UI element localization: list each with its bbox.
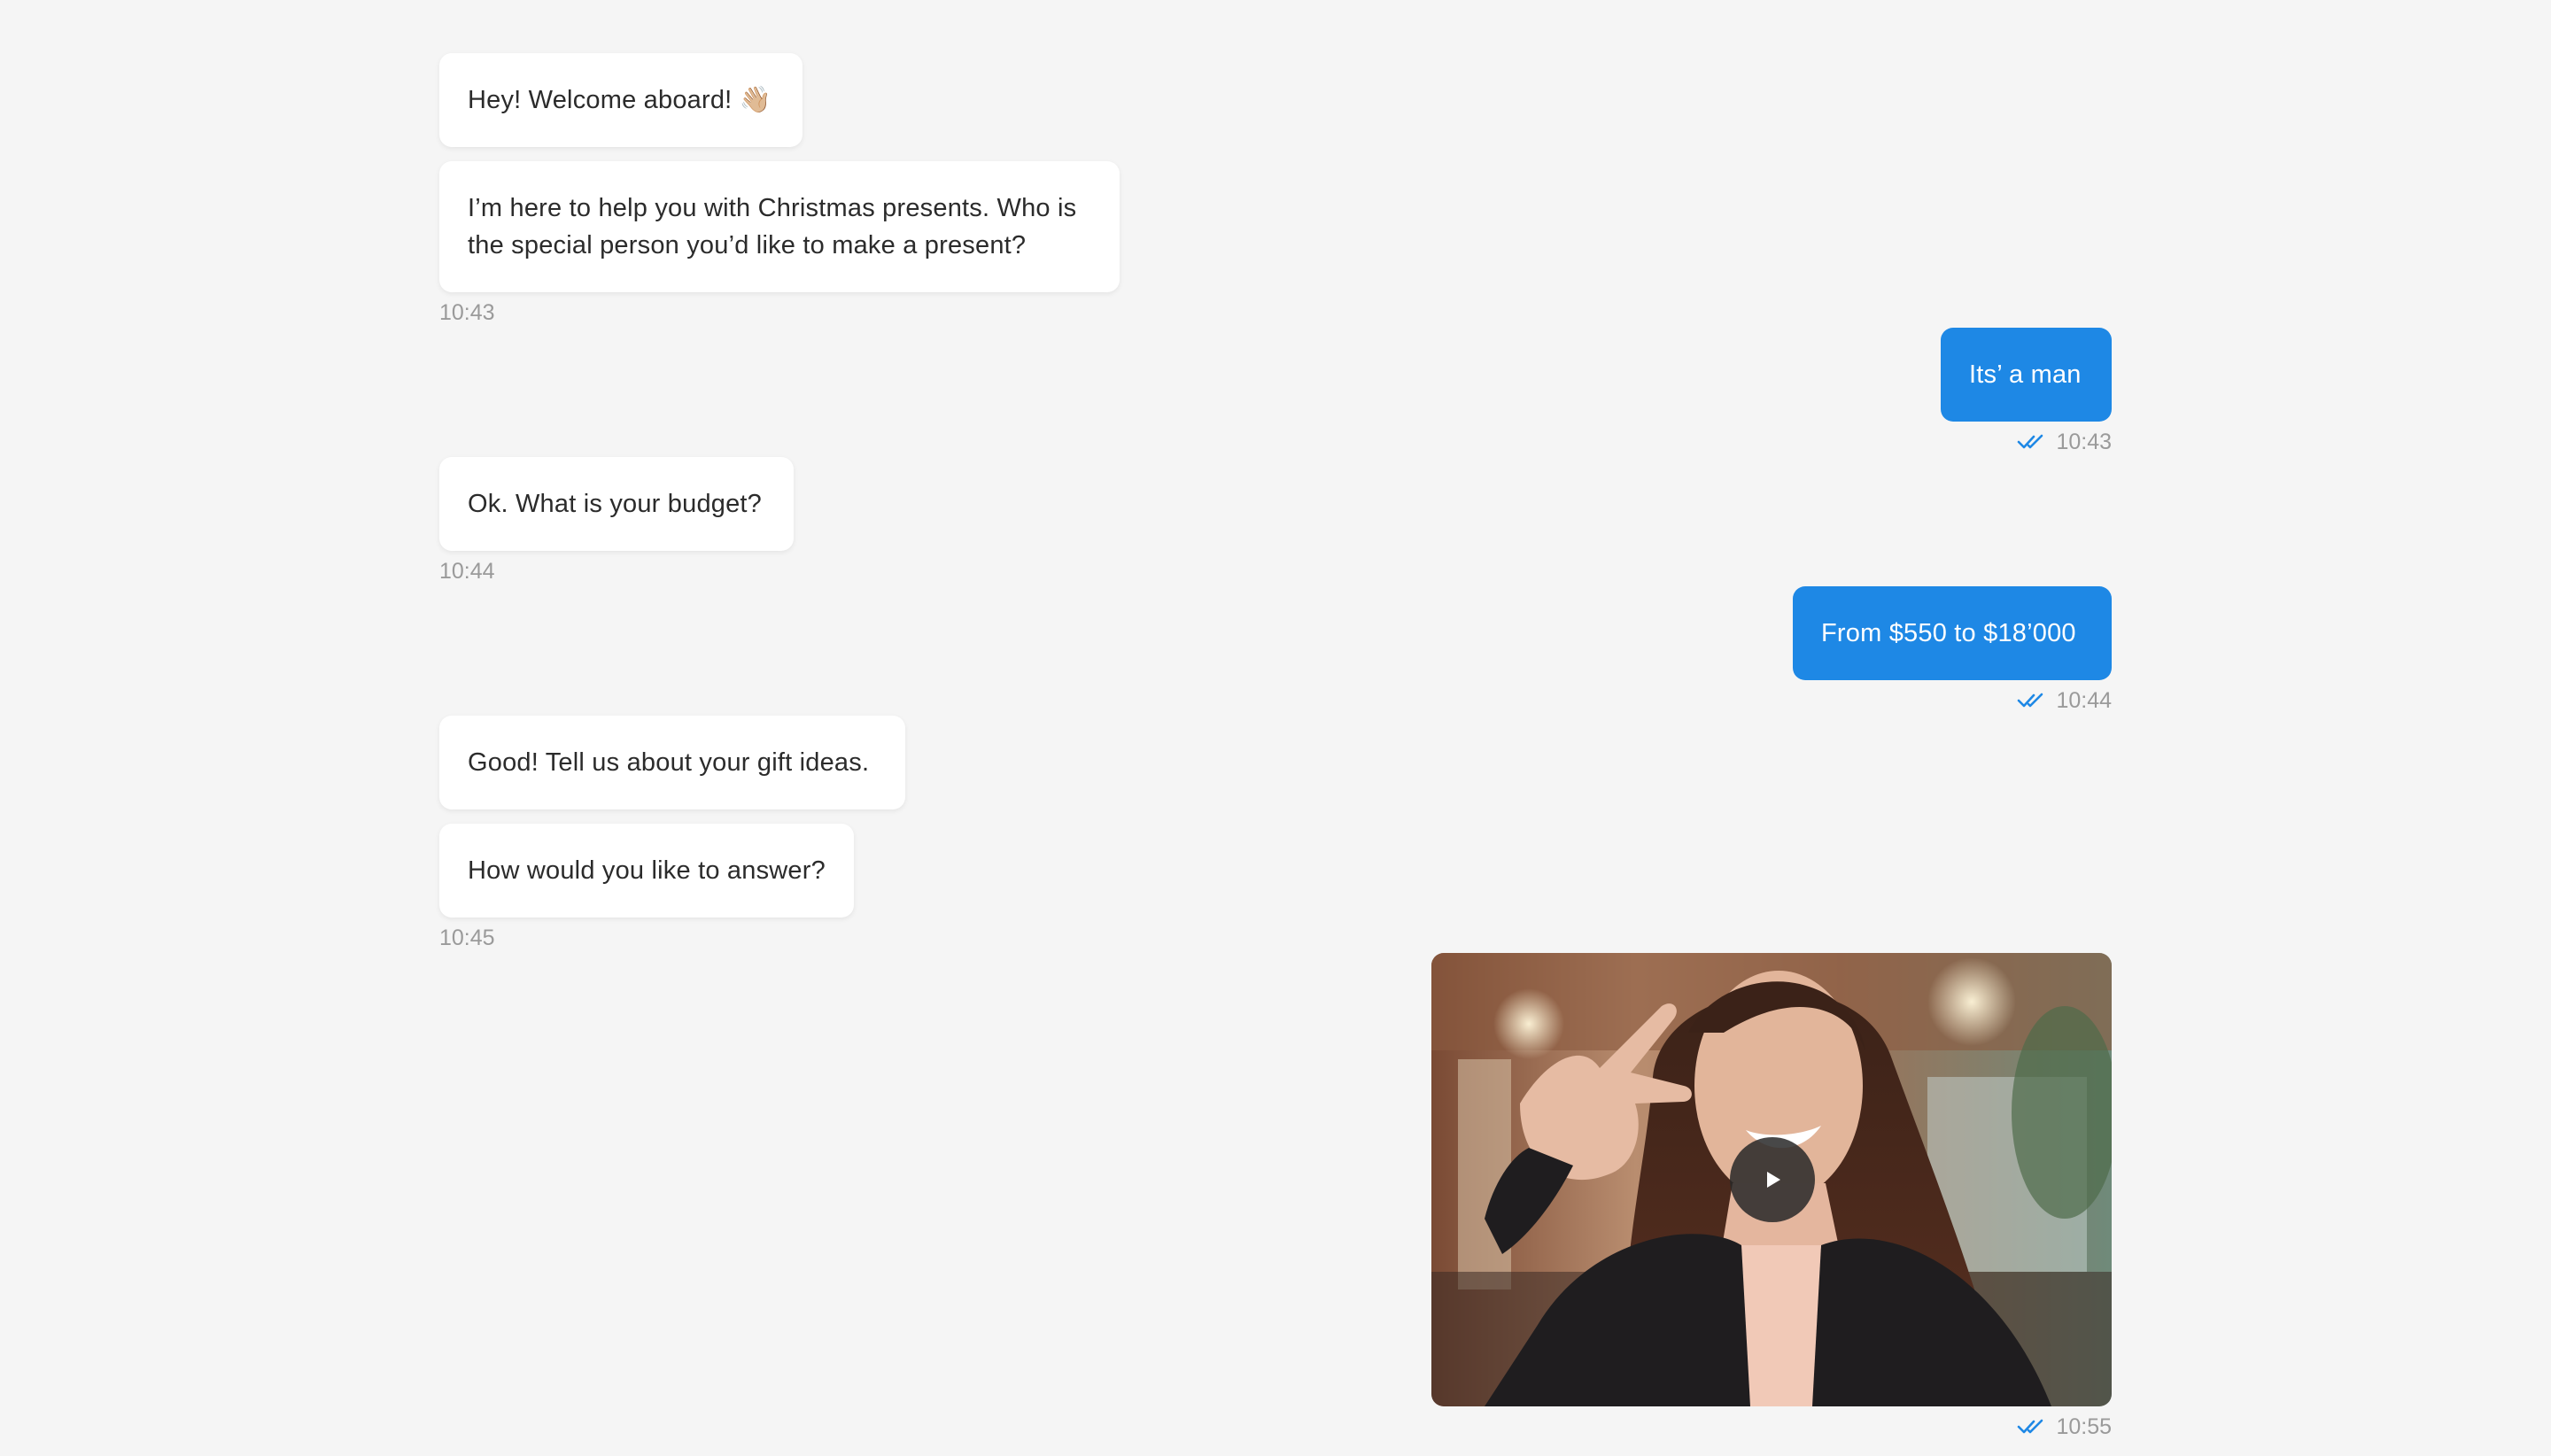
- play-button[interactable]: [1730, 1137, 1815, 1222]
- message-text: How would you like to answer?: [468, 856, 826, 885]
- message-status: 10:44: [1935, 687, 2112, 714]
- message-timestamp: 10:55: [2056, 1414, 2112, 1439]
- double-check-icon: [2018, 1419, 2043, 1434]
- outgoing-message[interactable]: From $550 to $18’000: [1793, 586, 2112, 680]
- double-check-icon: [2018, 434, 2043, 449]
- message-text-line: I’m here to help you with Christmas pres…: [468, 194, 1077, 222]
- incoming-message[interactable]: Ok. What is your budget?: [439, 457, 794, 551]
- message-text: Its’ a man: [1969, 360, 2082, 389]
- message-text: Ok. What is your budget?: [468, 490, 763, 518]
- message-timestamp: 10:44: [439, 559, 495, 584]
- message-text: From $550 to $18’000: [1821, 619, 2076, 647]
- video-message[interactable]: [1431, 953, 2112, 1406]
- message-status: 10:55: [1935, 1413, 2112, 1440]
- incoming-message[interactable]: Good! Tell us about your gift ideas.: [439, 716, 905, 809]
- incoming-message[interactable]: I’m here to help you with Christmas pres…: [439, 161, 1120, 292]
- message-timestamp: 10:45: [439, 925, 495, 950]
- double-check-icon: [2018, 693, 2043, 708]
- incoming-message[interactable]: Hey! Welcome aboard! 👋🏼: [439, 53, 803, 147]
- message-text: Hey! Welcome aboard! 👋🏼: [468, 86, 772, 114]
- message-text: Good! Tell us about your gift ideas.: [468, 748, 870, 777]
- message-status: 10:43: [1935, 429, 2112, 455]
- outgoing-message[interactable]: Its’ a man: [1941, 328, 2112, 422]
- play-icon: [1767, 1172, 1780, 1188]
- message-timestamp: 10:44: [2056, 688, 2112, 713]
- incoming-message[interactable]: How would you like to answer?: [439, 824, 854, 918]
- message-text-line: the special person you’d like to make a …: [468, 231, 1027, 259]
- message-timestamp: 10:43: [439, 300, 495, 325]
- message-timestamp: 10:43: [2056, 430, 2112, 454]
